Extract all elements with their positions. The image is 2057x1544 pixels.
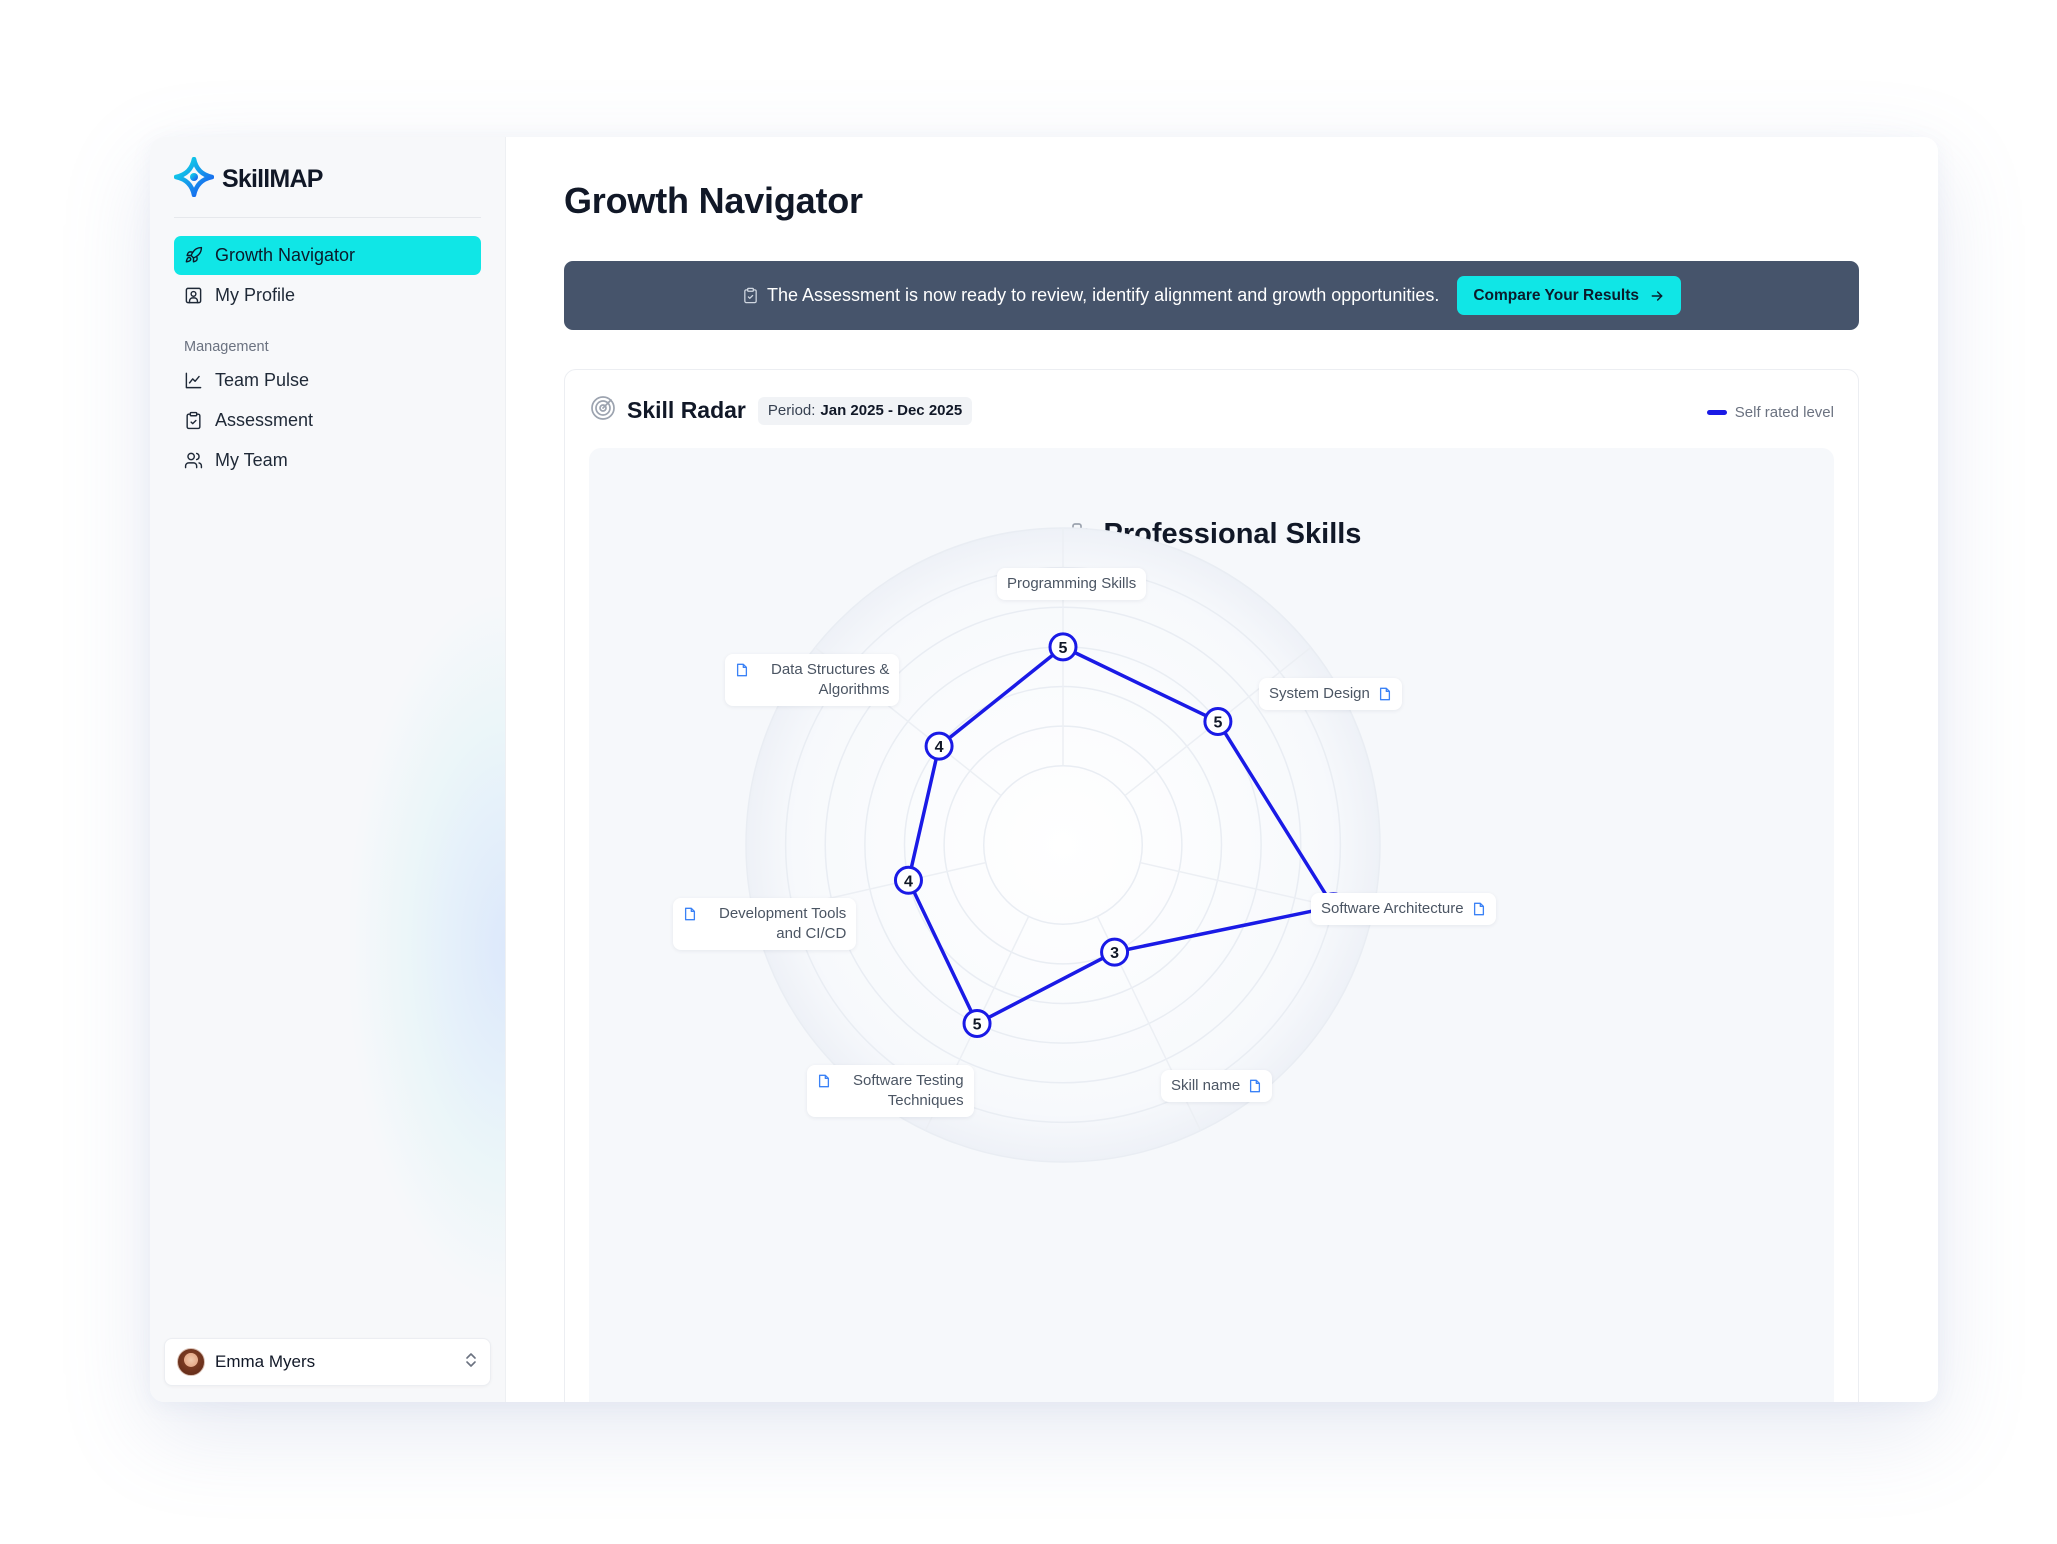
clipboard-icon xyxy=(744,287,757,304)
radar-point[interactable]: 5 xyxy=(962,1009,992,1039)
axis-label-text: Software Architecture xyxy=(1321,900,1464,917)
sidebar-section-management: Management xyxy=(184,339,269,355)
sidebar-divider xyxy=(174,217,481,218)
axis-label[interactable]: Skill name xyxy=(1161,1070,1273,1102)
avatar xyxy=(177,1348,205,1376)
document-icon xyxy=(1473,902,1484,916)
radar-point-value: 5 xyxy=(1213,714,1222,731)
radar-point-value: 4 xyxy=(904,873,913,890)
user-switcher[interactable]: Emma Myers xyxy=(164,1338,491,1386)
document-icon xyxy=(736,663,748,677)
user-name: Emma Myers xyxy=(215,1352,316,1371)
sidebar-item-growth-navigator[interactable]: Growth Navigator xyxy=(174,236,481,275)
axis-label[interactable]: Data Structures & Algorithms xyxy=(725,654,900,706)
axis-label-text: Development Tools and CI/CD xyxy=(719,905,847,942)
sidebar: SkillMAP Growth Navigator My Profile Man… xyxy=(150,137,506,1402)
legend-label: Self rated level xyxy=(1734,404,1834,421)
sidebar-item-label: My Team xyxy=(215,450,288,470)
chart-panel: Professional Skills 5573544 Programmin xyxy=(589,448,1834,1402)
document-icon xyxy=(684,907,696,921)
banner-message-group: The Assessment is now ready to review, i… xyxy=(742,285,1439,306)
page-title: Growth Navigator xyxy=(564,180,863,221)
radar-point[interactable]: 5 xyxy=(1203,706,1233,736)
sidebar-item-team-pulse[interactable]: Team Pulse xyxy=(174,361,481,400)
axis-label-text: Skill name xyxy=(1171,1077,1241,1094)
document-icon xyxy=(1250,1079,1261,1093)
radar-point-value: 3 xyxy=(1110,945,1119,962)
radar-point[interactable]: 4 xyxy=(924,731,954,761)
axis-label[interactable]: Programming Skills xyxy=(997,568,1147,600)
profile-icon xyxy=(185,287,202,304)
axis-label[interactable]: Development Tools and CI/CD xyxy=(673,898,857,950)
period-value: Jan 2025 - Dec 2025 xyxy=(820,402,963,419)
banner-message: The Assessment is now ready to review, i… xyxy=(766,285,1440,305)
sidebar-item-assessment[interactable]: Assessment xyxy=(174,401,481,440)
radar-icon xyxy=(589,394,617,427)
users-icon xyxy=(184,452,203,469)
assessment-banner: The Assessment is now ready to review, i… xyxy=(564,261,1859,330)
logo[interactable]: SkillMAP xyxy=(173,156,323,202)
period-label: Period: xyxy=(767,402,816,419)
sidebar-item-label: Assessment xyxy=(215,410,314,430)
chevron-up-down-icon xyxy=(464,1352,478,1373)
radar-point-value: 5 xyxy=(973,1017,982,1034)
legend-swatch xyxy=(1706,410,1727,415)
axis-label[interactable]: Software Architecture xyxy=(1311,893,1496,925)
card-title: Skill Radar xyxy=(627,397,746,423)
skill-radar-header: Skill Radar Period: Jan 2025 - Dec 2025 xyxy=(589,394,973,427)
arrow-right-icon xyxy=(1651,290,1663,301)
sidebar-nav: Growth Navigator My Profile Management T… xyxy=(174,236,481,481)
main-content: Growth Navigator The Assessment is now r… xyxy=(506,137,1938,1402)
radar-point[interactable]: 3 xyxy=(1100,937,1130,967)
axis-label[interactable]: Software Testing Techniques xyxy=(807,1065,974,1117)
skill-radar-card: Skill Radar Period: Jan 2025 - Dec 2025 … xyxy=(564,369,1859,1402)
document-icon xyxy=(818,1074,830,1088)
axis-label-text: System Design xyxy=(1269,685,1370,702)
period-badge: Period: Jan 2025 - Dec 2025 xyxy=(757,396,973,425)
sidebar-item-my-team[interactable]: My Team xyxy=(174,441,481,480)
clipboard-check-icon xyxy=(186,411,201,430)
radar-point[interactable]: 5 xyxy=(1048,632,1078,662)
sidebar-item-label: My Profile xyxy=(215,285,296,305)
logo-icon xyxy=(173,156,215,202)
axis-label-text: Software Testing Techniques xyxy=(853,1072,964,1109)
sidebar-item-label: Growth Navigator xyxy=(215,245,356,265)
sidebar-glow xyxy=(350,597,505,1297)
radar-point[interactable]: 4 xyxy=(893,865,923,895)
axis-label-text: Data Structures & Algorithms xyxy=(771,661,890,698)
axis-label-text: Programming Skills xyxy=(1007,575,1137,592)
logo-text: SkillMAP xyxy=(222,165,323,193)
compare-results-label: Compare Your Results xyxy=(1473,286,1640,304)
app-window: SkillMAP Growth Navigator My Profile Man… xyxy=(150,137,1938,1402)
sidebar-item-my-profile[interactable]: My Profile xyxy=(174,276,481,315)
compare-results-button[interactable]: Compare Your Results xyxy=(1457,276,1682,315)
radar-point-value: 5 xyxy=(1059,640,1068,657)
document-icon xyxy=(1379,687,1390,701)
rocket-icon xyxy=(185,246,203,263)
axis-label[interactable]: System Design xyxy=(1259,678,1402,710)
radar-point-value: 4 xyxy=(935,739,944,756)
chart-legend: Self rated level xyxy=(1706,404,1834,421)
line-chart-icon xyxy=(185,372,202,389)
sidebar-item-label: Team Pulse xyxy=(215,370,310,390)
